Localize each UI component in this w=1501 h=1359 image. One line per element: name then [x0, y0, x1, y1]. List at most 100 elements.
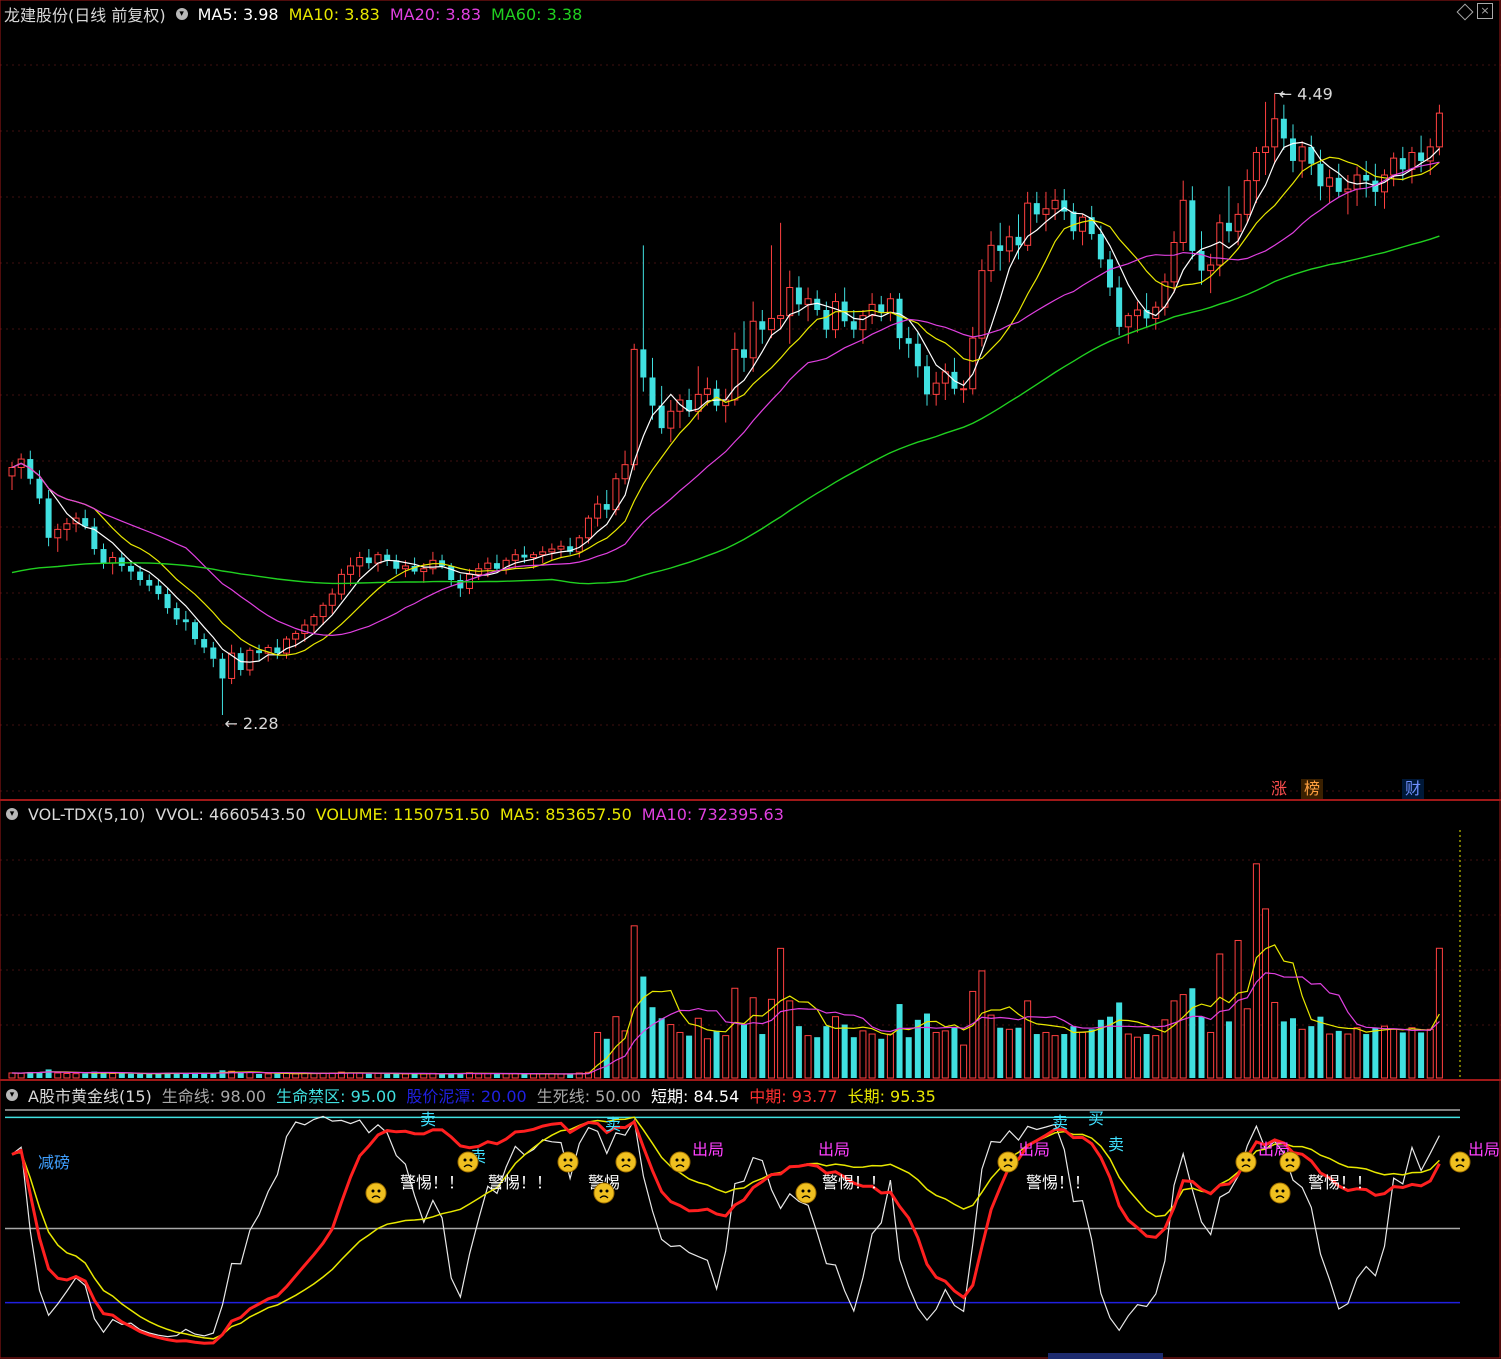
- volume-bar: [886, 1033, 894, 1079]
- signal-label: 警惕！！: [822, 1173, 886, 1192]
- candle: [201, 633, 208, 654]
- candle: [1061, 189, 1068, 220]
- candle-body: [1070, 211, 1077, 232]
- volume-bar: [1243, 1008, 1251, 1079]
- candle-body: [1390, 157, 1398, 176]
- candle: [1133, 301, 1141, 333]
- emoji-face-icon: [593, 1182, 615, 1204]
- volume-bar: [1390, 1028, 1398, 1079]
- volume-bar: [137, 1073, 144, 1078]
- volume-bar: [960, 1044, 968, 1079]
- candle-body: [493, 563, 500, 569]
- candle: [713, 380, 720, 412]
- candle-body: [1252, 152, 1260, 182]
- candle-body: [1271, 118, 1279, 148]
- candle-body: [759, 321, 766, 330]
- candle: [1005, 225, 1013, 263]
- candle-body: [978, 270, 986, 339]
- candle: [356, 551, 364, 578]
- volume-bar: [1225, 1021, 1232, 1078]
- candle: [548, 543, 556, 561]
- candle: [1308, 135, 1315, 175]
- volume-bar: [804, 1035, 812, 1079]
- vol-ma10-legend: MA10: 732395.63: [641, 804, 784, 824]
- candle: [868, 293, 876, 325]
- candle: [1170, 231, 1178, 294]
- emoji-eye: [675, 1158, 679, 1162]
- candle: [886, 293, 894, 322]
- long-legend: 长期: 95.35: [847, 1087, 936, 1106]
- candle: [649, 357, 656, 420]
- finance-badge[interactable]: 财: [1402, 779, 1424, 799]
- volume-bar: [667, 1024, 675, 1079]
- settings-icon[interactable]: ▾: [175, 8, 188, 20]
- volume-bar: [274, 1073, 281, 1078]
- candle: [759, 310, 766, 344]
- candle-body: [347, 565, 355, 575]
- volume-bar: [118, 1073, 125, 1078]
- candle: [1363, 160, 1370, 198]
- candle: [1252, 146, 1260, 204]
- volume-bar: [1124, 1033, 1132, 1079]
- volume-bar: [17, 1072, 25, 1079]
- candle-body: [1234, 213, 1242, 232]
- candle-body: [1243, 180, 1251, 215]
- volume-bar: [741, 1024, 747, 1078]
- signal-label: 卖: [605, 1115, 621, 1134]
- candle: [978, 259, 986, 347]
- candle-body: [164, 594, 171, 609]
- emoji-eye: [1291, 1158, 1295, 1162]
- candle: [731, 332, 739, 406]
- volume-settings-icon[interactable]: ▾: [6, 808, 18, 820]
- volume-bar: [548, 1073, 556, 1079]
- volume-bar: [786, 1000, 794, 1079]
- volume-bar: [310, 1072, 318, 1079]
- indicator-settings-icon[interactable]: ▾: [6, 1089, 18, 1101]
- emoji-eye: [1461, 1158, 1465, 1162]
- candle: [374, 551, 382, 572]
- candle: [347, 557, 355, 586]
- volume-bar: [1308, 1026, 1315, 1078]
- volume-bar: [521, 1073, 528, 1078]
- volume-bar: [72, 1073, 80, 1079]
- volume-panel-header: ▾ VOL-TDX(5,10) VVOL: 4660543.50 VOLUME:…: [0, 802, 794, 826]
- candle: [493, 554, 500, 572]
- limit-up-badge[interactable]: 涨: [1268, 779, 1290, 799]
- candle: [557, 540, 565, 558]
- candle-body: [767, 317, 775, 331]
- candle: [63, 518, 71, 541]
- candle-body: [786, 287, 794, 317]
- candle-body: [1079, 216, 1087, 232]
- forbidden-legend: 生命禁区: 95.00: [276, 1087, 397, 1106]
- volume-bar: [1061, 1034, 1068, 1078]
- candle: [686, 388, 693, 417]
- candle-body: [1435, 112, 1443, 148]
- candle-body: [8, 467, 16, 477]
- volume-bar: [1161, 1019, 1169, 1079]
- volume-legend: VOLUME: 1150751.50: [315, 804, 490, 824]
- candle-body: [905, 338, 912, 344]
- candle: [17, 453, 25, 479]
- candle: [914, 332, 921, 378]
- volume-bar: [814, 1037, 821, 1078]
- candle: [722, 388, 730, 423]
- candle-body: [859, 315, 867, 331]
- candle: [91, 518, 98, 555]
- volume-bar: [841, 1024, 848, 1078]
- high-price-label: ← 4.49: [1279, 84, 1333, 103]
- candle: [1234, 203, 1242, 246]
- close-icon[interactable]: ×: [1477, 3, 1493, 19]
- candle-body: [173, 608, 180, 620]
- ranking-badge[interactable]: 榜: [1301, 779, 1323, 799]
- emoji-eye: [463, 1158, 467, 1162]
- volume-bar: [850, 1037, 857, 1078]
- candle-body: [283, 638, 290, 654]
- candle: [146, 574, 153, 592]
- candle: [1390, 152, 1398, 187]
- candle-body: [1189, 200, 1196, 251]
- volume-bar: [1252, 863, 1260, 1079]
- volume-bar: [502, 1073, 510, 1079]
- candle: [841, 287, 848, 327]
- candle-body: [384, 554, 391, 561]
- candle: [228, 644, 236, 685]
